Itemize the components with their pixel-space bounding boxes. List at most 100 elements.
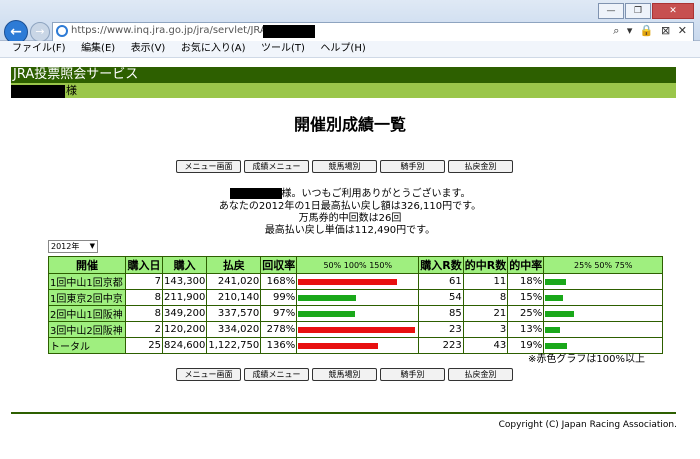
hits-cell: 11 xyxy=(462,273,509,290)
menu-favorites[interactable]: お気に入り(A) xyxy=(181,41,246,57)
days-cell: 8 xyxy=(125,305,163,322)
redacted-url-part xyxy=(263,25,315,38)
minimize-button[interactable]: — xyxy=(598,3,624,19)
hit-rate-bar-cell xyxy=(543,321,664,338)
by-payout-button[interactable]: 払戻金別 xyxy=(448,160,513,173)
days-cell: 8 xyxy=(125,289,163,306)
days-cell: 25 xyxy=(125,337,163,354)
hit-rate-bar xyxy=(545,294,563,301)
page-title: 開催別成績一覧 xyxy=(293,115,406,134)
col-hit-rate: 的中率 xyxy=(507,256,545,274)
address-tools-icons[interactable]: ⌕ ▾ 🔒 ⊠ ✕ xyxy=(613,24,689,38)
menu-bar: ファイル(F) 編集(E) 表示(V) お気に入り(A) ツール(T) ヘルプ(… xyxy=(0,41,700,58)
return-rate-bar-cell xyxy=(296,321,420,338)
nav-buttons-top: メニュー画面 成績メニュー 競馬場別 騎手別 払戻金別 xyxy=(176,160,516,173)
year-select-value: 2012年 xyxy=(51,242,80,251)
hits-cell: 3 xyxy=(462,321,509,338)
forward-button[interactable]: → xyxy=(30,22,50,42)
page-content: JRA投票照会サービス 様 開催別成績一覧 メニュー画面 成績メニュー 競馬場別… xyxy=(0,58,700,459)
redacted-username xyxy=(11,84,65,98)
results-menu-button[interactable]: 成績メニュー xyxy=(244,160,309,173)
hit-rate-cell: 15% xyxy=(507,289,545,306)
return-rate-cell: 136% xyxy=(260,337,298,354)
results-menu-button[interactable]: 成績メニュー xyxy=(244,368,309,381)
nav-buttons-bottom: メニュー画面 成績メニュー 競馬場別 騎手別 払戻金別 xyxy=(176,368,516,381)
return-rate-bar-cell xyxy=(296,337,420,354)
return-rate-cell: 97% xyxy=(260,305,298,322)
return-rate-bar-cell xyxy=(296,273,420,290)
user-header: 様 xyxy=(11,83,676,98)
by-jockey-button[interactable]: 騎手別 xyxy=(380,160,445,173)
col-payout: 払戻 xyxy=(206,256,262,274)
hits-cell: 43 xyxy=(462,337,509,354)
ie-icon xyxy=(56,25,68,37)
url-text: https://www.inq.jra.go.jp/jra/servlet/JR… xyxy=(71,25,282,36)
hit-rate-bar xyxy=(545,326,561,333)
hit-rate-bar-cell xyxy=(543,289,664,306)
table-row: 3回中山2回阪神 2 120,200 334,020 278% 23 3 13% xyxy=(48,321,664,338)
dropdown-arrow-icon: ▼ xyxy=(89,242,95,250)
hits-cell: 8 xyxy=(462,289,509,306)
menu-edit[interactable]: 編集(E) xyxy=(81,41,115,57)
days-cell: 7 xyxy=(125,273,163,290)
return-rate-bar-cell xyxy=(296,289,420,306)
table-header-row: 開催 購入日 購入 払戻 回収率 50% 100% 150% 購入R数 的中R数… xyxy=(48,256,664,274)
menu-file[interactable]: ファイル(F) xyxy=(12,41,66,57)
col-hits: 的中R数 xyxy=(462,256,509,274)
return-rate-bar xyxy=(298,294,357,301)
hit-rate-scale: 25% 50% 75% xyxy=(543,256,664,274)
purchase-cell: 120,200 xyxy=(161,321,208,338)
maximize-button[interactable]: ❐ xyxy=(625,3,651,19)
results-table: 開催 購入日 購入 払戻 回収率 50% 100% 150% 購入R数 的中R数… xyxy=(48,256,664,354)
by-racecourse-button[interactable]: 競馬場別 xyxy=(312,160,377,173)
races-cell: 61 xyxy=(418,273,464,290)
year-select[interactable]: 2012年 ▼ xyxy=(48,240,98,253)
races-cell: 85 xyxy=(418,305,464,322)
menu-tools[interactable]: ツール(T) xyxy=(261,41,305,57)
menu-help[interactable]: ヘルプ(H) xyxy=(320,41,365,57)
table-row: 1回中山1回京都 7 143,300 241,020 168% 61 11 18% xyxy=(48,273,664,290)
by-payout-button[interactable]: 払戻金別 xyxy=(448,368,513,381)
close-button[interactable]: ✕ xyxy=(652,3,694,19)
purchase-cell: 349,200 xyxy=(161,305,208,322)
races-cell: 54 xyxy=(418,289,464,306)
payout-cell: 241,020 xyxy=(206,273,262,290)
payout-cell: 334,020 xyxy=(206,321,262,338)
greeting-line1: 様。いつもご利用ありがとうございます。 xyxy=(281,188,471,200)
redacted-username xyxy=(229,188,282,199)
hit-rate-bar xyxy=(545,278,567,285)
browser-titlebar: ← → https://www.inq.jra.go.jp/jra/servle… xyxy=(0,0,700,44)
by-racecourse-button[interactable]: 競馬場別 xyxy=(312,368,377,381)
payout-cell: 210,140 xyxy=(206,289,262,306)
return-rate-bar xyxy=(298,310,355,317)
menu-screen-button[interactable]: メニュー画面 xyxy=(176,368,241,381)
return-rate-scale: 50% 100% 150% xyxy=(296,256,420,274)
hit-rate-bar-cell xyxy=(543,273,664,290)
menu-view[interactable]: 表示(V) xyxy=(131,41,166,57)
greeting-line3: 万馬券的中回数は26回 xyxy=(298,212,402,224)
hit-rate-bar xyxy=(545,342,568,349)
red-graph-note: ※赤色グラフは100%以上 xyxy=(528,354,645,365)
payout-cell: 337,570 xyxy=(206,305,262,322)
return-rate-bar-cell xyxy=(296,305,420,322)
hit-rate-cell: 13% xyxy=(507,321,545,338)
return-rate-cell: 168% xyxy=(260,273,298,290)
menu-screen-button[interactable]: メニュー画面 xyxy=(176,160,241,173)
address-bar[interactable]: https://www.inq.jra.go.jp/jra/servlet/JR… xyxy=(52,22,694,42)
window-buttons: — ❐ ✕ xyxy=(597,3,694,19)
payout-cell: 1,122,750 xyxy=(206,337,262,354)
return-rate-bar xyxy=(298,326,416,333)
kaisai-cell: 3回中山2回阪神 xyxy=(48,321,126,338)
user-suffix: 様 xyxy=(66,84,77,97)
footer-divider xyxy=(11,412,676,414)
by-jockey-button[interactable]: 騎手別 xyxy=(380,368,445,381)
hit-rate-bar xyxy=(545,310,575,317)
return-rate-bar xyxy=(298,342,378,349)
col-return-rate: 回収率 xyxy=(260,256,298,274)
return-rate-bar xyxy=(298,278,397,285)
kaisai-cell: 1回中山1回京都 xyxy=(48,273,126,290)
col-days: 購入日 xyxy=(125,256,163,274)
copyright: Copyright (C) Japan Racing Association. xyxy=(498,420,677,430)
races-cell: 223 xyxy=(418,337,464,354)
kaisai-cell: 2回中山1回阪神 xyxy=(48,305,126,322)
